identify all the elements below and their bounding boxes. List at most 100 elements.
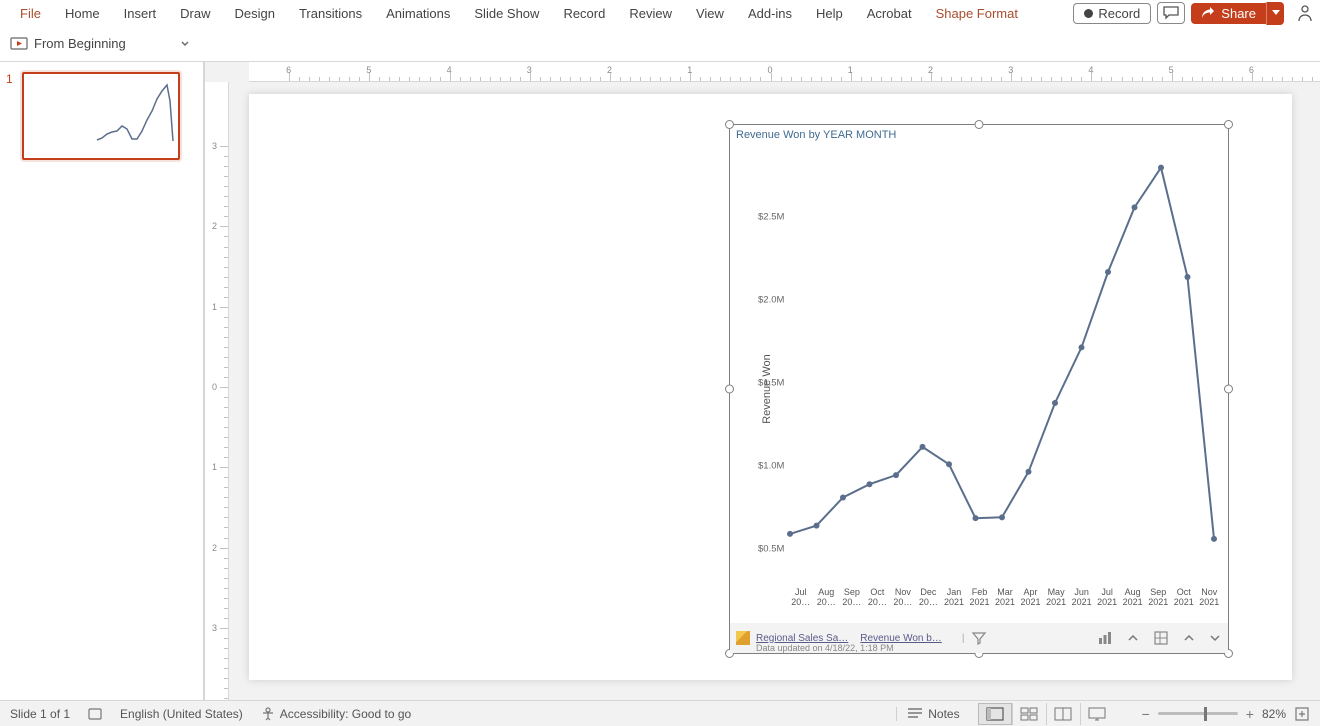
view-slideshow[interactable] xyxy=(1080,703,1114,725)
comments-button[interactable] xyxy=(1157,2,1185,24)
tab-draw[interactable]: Draw xyxy=(168,2,222,25)
resize-handle-n[interactable] xyxy=(975,120,984,129)
chart-xtick: Nov20… xyxy=(890,587,916,613)
notes-icon xyxy=(907,708,923,720)
slide-thumbnail-1[interactable] xyxy=(22,72,180,160)
status-language[interactable]: English (United States) xyxy=(120,707,243,721)
view-sorter[interactable] xyxy=(1012,703,1046,725)
status-accessibility[interactable]: Accessibility: Good to go xyxy=(261,707,411,721)
tab-slideshow[interactable]: Slide Show xyxy=(462,2,551,25)
slide-canvas[interactable]: Revenue Won by YEAR MONTH Revenue Won Ju… xyxy=(249,94,1292,680)
chart-ytick: $0.5M xyxy=(758,543,784,554)
chart-xtick: Sep2021 xyxy=(1145,587,1171,613)
record-button[interactable]: Record xyxy=(1073,3,1151,24)
share-icon xyxy=(1201,6,1215,20)
chart-xaxis: Jul20…Aug20…Sep20…Oct20…Nov20…Dec20…Jan2… xyxy=(788,587,1222,613)
footer-sep: | xyxy=(962,633,965,644)
comment-icon xyxy=(1163,6,1179,20)
tab-home[interactable]: Home xyxy=(53,2,112,25)
notes-label: Notes xyxy=(928,707,959,721)
chart-xtick: Jun2021 xyxy=(1069,587,1095,613)
status-bar: Slide 1 of 1 English (United States) Acc… xyxy=(0,700,1320,726)
chart-selection-frame[interactable]: Revenue Won by YEAR MONTH Revenue Won Ju… xyxy=(729,124,1229,654)
share-button[interactable]: Share xyxy=(1191,2,1284,25)
notes-toggle[interactable]: Notes xyxy=(896,707,959,721)
tab-view[interactable]: View xyxy=(684,2,736,25)
tab-transitions[interactable]: Transitions xyxy=(287,2,374,25)
chevron-down-icon-2[interactable] xyxy=(1210,634,1220,642)
chart-plot-area xyxy=(750,145,1220,588)
spellcheck-icon[interactable] xyxy=(88,707,102,721)
from-beginning-button[interactable]: From Beginning xyxy=(34,36,126,51)
chart-xtick: Jul2021 xyxy=(1094,587,1120,613)
tab-design[interactable]: Design xyxy=(223,2,287,25)
chart-xtick: Oct2021 xyxy=(1171,587,1197,613)
accessibility-icon xyxy=(261,707,275,721)
zoom-out[interactable]: − xyxy=(1142,706,1150,722)
thumbnail-chart-icon xyxy=(94,78,174,160)
tab-addins[interactable]: Add-ins xyxy=(736,2,804,25)
zoom-controls: − + 82% xyxy=(1142,706,1310,722)
vertical-ruler: 3210123 xyxy=(205,82,229,700)
chart-source-link-b[interactable]: Revenue Won b… xyxy=(860,633,942,644)
chart-xtick: Jan2021 xyxy=(941,587,967,613)
chart-xtick: Sep20… xyxy=(839,587,865,613)
record-button-label: Record xyxy=(1098,6,1140,21)
ribbon-tabs: File Home Insert Draw Design Transitions… xyxy=(0,0,1320,26)
filter-icon[interactable] xyxy=(972,631,986,645)
resize-handle-nw[interactable] xyxy=(725,120,734,129)
chart-title: Revenue Won by YEAR MONTH xyxy=(736,129,896,141)
tab-file[interactable]: File xyxy=(8,2,53,25)
slide-editor: 6543210123456 3210123 Revenue Won by YEA… xyxy=(205,62,1320,700)
fit-to-window-icon[interactable] xyxy=(1294,706,1310,722)
resize-handle-ne[interactable] xyxy=(1224,120,1233,129)
sub-ribbon: From Beginning xyxy=(0,26,1320,62)
chart-source-link-a[interactable]: Regional Sales Sa… xyxy=(756,633,848,644)
chevron-down-icon xyxy=(1272,10,1280,16)
chart-xtick: Oct20… xyxy=(865,587,891,613)
qat-more-icon[interactable] xyxy=(180,39,190,49)
chart-data-updated: Data updated on 4/18/22, 1:18 PM xyxy=(756,643,894,653)
chevron-up-icon-2[interactable] xyxy=(1184,634,1194,642)
zoom-in[interactable]: + xyxy=(1246,706,1254,722)
horizontal-ruler: 6543210123456 xyxy=(249,62,1320,82)
chart-ytick: $2.0M xyxy=(758,295,784,306)
chart-xtick: May2021 xyxy=(1043,587,1069,613)
zoom-slider[interactable] xyxy=(1158,712,1238,715)
powerbi-icon xyxy=(736,631,750,645)
slide-thumbnails-pane: 1 xyxy=(0,62,205,700)
resize-handle-w[interactable] xyxy=(725,385,734,394)
status-accessibility-label: Accessibility: Good to go xyxy=(280,707,411,721)
zoom-thumb[interactable] xyxy=(1204,707,1207,721)
chart-footer: Regional Sales Sa… Revenue Won b… | Data… xyxy=(730,623,1228,653)
chevron-up-icon[interactable] xyxy=(1128,634,1138,642)
chart-ytick: $1.5M xyxy=(758,378,784,389)
coming-soon-icon[interactable] xyxy=(1296,4,1314,22)
tab-help[interactable]: Help xyxy=(804,2,855,25)
slide-number: 1 xyxy=(6,72,16,160)
chart-xtick: Jul20… xyxy=(788,587,814,613)
from-beginning-icon xyxy=(10,35,28,53)
tab-animations[interactable]: Animations xyxy=(374,2,462,25)
share-button-label: Share xyxy=(1221,6,1256,21)
view-normal[interactable] xyxy=(978,703,1012,725)
zoom-percent[interactable]: 82% xyxy=(1262,707,1286,721)
tab-record[interactable]: Record xyxy=(551,2,617,25)
share-dropdown[interactable] xyxy=(1266,2,1284,25)
tab-shape-format[interactable]: Shape Format xyxy=(924,2,1030,25)
chart-ytick: $2.5M xyxy=(758,212,784,223)
chart-type-icon[interactable] xyxy=(1098,631,1112,645)
view-reading[interactable] xyxy=(1046,703,1080,725)
tab-acrobat[interactable]: Acrobat xyxy=(855,2,924,25)
line-chart xyxy=(750,145,1220,588)
tab-insert[interactable]: Insert xyxy=(112,2,169,25)
record-dot-icon xyxy=(1084,9,1093,18)
chart-xtick: Nov2021 xyxy=(1197,587,1223,613)
resize-handle-e[interactable] xyxy=(1224,385,1233,394)
chart-xtick: Aug2021 xyxy=(1120,587,1146,613)
chart-xtick: Aug20… xyxy=(814,587,840,613)
chart-xtick: Mar2021 xyxy=(992,587,1018,613)
view-buttons xyxy=(978,703,1114,725)
expand-icon[interactable] xyxy=(1154,631,1168,645)
tab-review[interactable]: Review xyxy=(617,2,684,25)
